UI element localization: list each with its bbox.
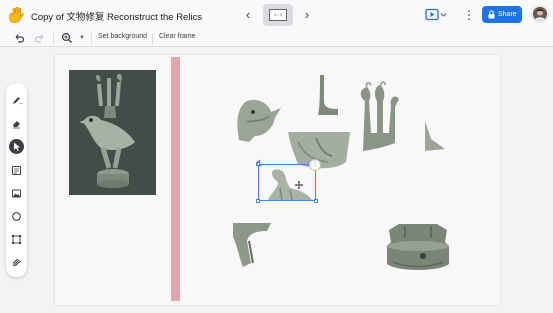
toolbar-divider <box>91 33 92 44</box>
pen-tool[interactable] <box>9 93 24 108</box>
divider-bar <box>171 57 180 301</box>
cursor-arrow-icon <box>14 142 20 151</box>
title-bar: Copy of 文物修复 Reconstruct the Relics ‹ 2 … <box>0 0 553 30</box>
toolbar-divider <box>53 33 54 44</box>
share-button[interactable]: Share <box>482 6 522 23</box>
avatar[interactable] <box>531 5 549 23</box>
jamboard-canvas[interactable]: ⋮ <box>55 55 500 305</box>
tail-tip-fragment[interactable] <box>421 121 447 151</box>
previous-frame-button[interactable]: ‹ <box>240 7 256 23</box>
sticky-note-icon <box>12 166 21 175</box>
clear-frame-button[interactable]: Clear frame <box>159 33 196 40</box>
element-options-button[interactable]: ⋮ <box>309 159 321 171</box>
move-cursor-icon <box>294 180 304 190</box>
rotate-icon[interactable] <box>255 159 264 168</box>
selection-box[interactable] <box>256 162 318 203</box>
toolbar: ▼ Set background Clear frame <box>0 30 553 47</box>
chevron-right-icon: › <box>304 7 310 22</box>
undo-button[interactable] <box>13 32 25 44</box>
zoom-dropdown[interactable]: ▼ <box>76 32 88 44</box>
lock-icon <box>488 10 495 19</box>
reference-relic-photo[interactable] <box>69 70 156 195</box>
present-button[interactable] <box>425 8 447 22</box>
resize-handle[interactable] <box>256 199 260 203</box>
toolbar-divider <box>152 33 153 44</box>
text-box-tool[interactable] <box>9 232 24 247</box>
more-vert-icon: ⋮ <box>311 161 319 168</box>
more-options-button[interactable]: ⋮ <box>463 7 475 23</box>
hand-icon[interactable] <box>6 5 26 25</box>
eraser-icon <box>13 121 20 129</box>
bronze-bird-image <box>69 70 156 195</box>
resize-handle[interactable] <box>314 199 318 203</box>
sticky-note-tool[interactable] <box>9 163 24 178</box>
zoom-in-icon <box>61 32 72 43</box>
frame-counter: 2 / 3 <box>269 9 287 21</box>
chevron-left-icon: ‹ <box>245 7 251 22</box>
select-tool[interactable] <box>9 139 24 154</box>
document-title[interactable]: Copy of 文物修复 Reconstruct the Relics <box>31 9 202 23</box>
zoom-button[interactable] <box>61 32 73 44</box>
more-vert-icon: ⋮ <box>463 8 475 22</box>
profile-icon <box>533 7 547 21</box>
caret-down-icon: ▼ <box>79 35 85 41</box>
text-box-icon <box>12 235 21 244</box>
redo-button[interactable] <box>34 32 46 44</box>
pen-icon <box>13 97 22 105</box>
eraser-tool[interactable] <box>9 116 24 131</box>
antler-fragment[interactable] <box>355 81 405 153</box>
image-icon <box>12 189 21 198</box>
share-label: Share <box>498 11 517 18</box>
set-background-button[interactable]: Set background <box>98 33 147 40</box>
next-frame-button[interactable]: › <box>299 7 315 23</box>
bird-head-fragment[interactable] <box>235 98 283 144</box>
present-icon <box>425 8 447 21</box>
circle-tool[interactable] <box>9 209 24 224</box>
redo-icon <box>34 34 44 43</box>
undo-icon <box>15 34 25 43</box>
tool-palette <box>6 83 27 277</box>
crest-spike-fragment[interactable] <box>314 75 342 117</box>
circle-icon <box>12 212 21 221</box>
pedestal-fragment[interactable] <box>383 222 453 274</box>
image-tool[interactable] <box>9 186 24 201</box>
frame-bar-toggle[interactable]: 2 / 3 <box>263 4 293 26</box>
laser-pointer-icon <box>12 258 21 267</box>
laser-tool[interactable] <box>9 255 24 270</box>
base-rim-fragment[interactable] <box>233 223 273 267</box>
